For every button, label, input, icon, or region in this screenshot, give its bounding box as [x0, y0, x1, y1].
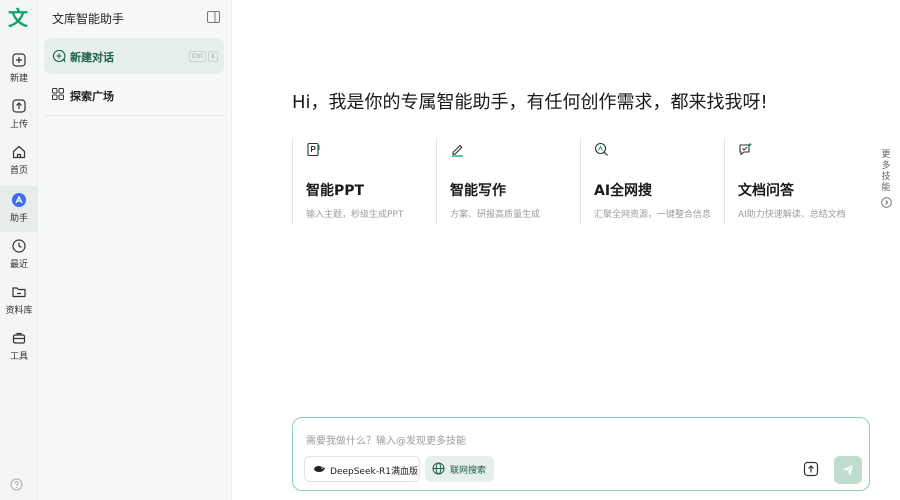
rail-item-new[interactable]: 新建: [0, 52, 38, 94]
rail-item-home[interactable]: 首页: [0, 144, 38, 186]
new-chat-label: 新建对话: [70, 51, 114, 64]
greeting-heading: Hi，我是你的专属智能助手，有任何创作需求，都来找我呀!: [292, 92, 768, 113]
toolbox-icon: [12, 332, 26, 344]
sidebar-collapse-icon[interactable]: [207, 11, 220, 23]
card-title: 智能写作: [450, 183, 506, 199]
plus-icon: [12, 53, 26, 67]
rail-item-upload[interactable]: 上传: [0, 98, 38, 140]
home-icon: [12, 145, 26, 159]
send-button[interactable]: [834, 456, 862, 484]
more-skills-button[interactable]: 更多技能: [878, 150, 894, 208]
globe-icon: [432, 462, 445, 475]
card-title: 智能PPT: [306, 183, 365, 199]
shortcut-ctrl-key: Ctrl: [189, 51, 206, 62]
help-icon[interactable]: [10, 478, 23, 491]
rail-item-label: 上传: [9, 120, 28, 130]
card-smart-writing[interactable]: 智能写作 方案、研报高质量生成: [436, 138, 576, 224]
rail-item-library[interactable]: 资料库: [0, 284, 38, 326]
model-selector-button[interactable]: DeepSeek-R1满血版: [304, 456, 420, 482]
send-icon: [842, 464, 854, 476]
pen-icon: [452, 144, 463, 157]
new-chat-icon: [52, 49, 66, 63]
clock-icon: [12, 239, 26, 253]
rail-item-label: 最近: [9, 260, 28, 270]
chat-input[interactable]: 需要我做什么？输入@发现更多技能: [306, 432, 466, 447]
deepseek-whale-icon: [314, 465, 325, 472]
grid-icon: [52, 88, 64, 100]
chat-doc-icon: [739, 143, 752, 156]
rail-item-label: 新建: [9, 74, 28, 84]
sidebar: 文库智能助手 新建对话 Ctrl K 探索广场: [38, 0, 232, 500]
ppt-icon: [307, 142, 320, 157]
rail-item-label: 助手: [9, 214, 28, 224]
card-subtitle: AI助力快速解读、总结文档: [738, 210, 846, 220]
rail-item-recent[interactable]: 最近: [0, 238, 38, 280]
card-subtitle: 汇聚全网资源，一键整合信息: [594, 210, 712, 220]
card-title: 文档问答: [738, 183, 794, 199]
rail-item-assistant[interactable]: 助手: [0, 186, 38, 232]
sidebar-title: 文库智能助手: [52, 12, 125, 26]
rail-item-label: 资料库: [5, 306, 33, 316]
model-selector-label: DeepSeek-R1满血版: [330, 467, 418, 477]
rail-item-label: 首页: [9, 166, 28, 176]
folder-icon: [12, 287, 26, 298]
card-document-qa[interactable]: 文档问答 AI助力快速解读、总结文档: [724, 138, 864, 224]
card-ai-web-search[interactable]: AI全网搜 汇聚全网资源，一键整合信息: [580, 138, 720, 224]
card-title: AI全网搜: [594, 183, 653, 199]
app-logo[interactable]: 文: [6, 6, 30, 30]
card-subtitle: 方案、研报高质量生成: [450, 210, 541, 220]
left-rail: 文 新建 上传 首页 助手 最近 资料库 工具: [0, 0, 38, 500]
upload-file-icon[interactable]: [803, 461, 819, 477]
web-search-toggle[interactable]: 联网搜索: [425, 456, 494, 482]
rail-item-tools[interactable]: 工具: [0, 330, 38, 372]
shortcut-k-key: K: [208, 51, 218, 62]
chat-composer: 需要我做什么？输入@发现更多技能 DeepSeek-R1满血版 联网搜索: [292, 417, 870, 491]
web-search-label: 联网搜索: [450, 466, 487, 476]
search-icon: [594, 142, 608, 156]
new-chat-button[interactable]: 新建对话 Ctrl K: [44, 38, 224, 74]
explore-square-button[interactable]: 探索广场: [44, 80, 224, 110]
explore-square-label: 探索广场: [70, 90, 114, 103]
rail-item-label: 工具: [9, 352, 28, 362]
assistant-icon: [12, 193, 26, 207]
chevron-right-circle-icon: [880, 197, 892, 208]
card-subtitle: 输入主题，秒级生成PPT: [306, 210, 404, 220]
upload-icon: [12, 99, 26, 113]
more-skills-label: 更多技能: [881, 150, 891, 193]
card-smart-ppt[interactable]: 智能PPT 输入主题，秒级生成PPT: [292, 138, 432, 224]
sidebar-divider: [44, 115, 226, 116]
